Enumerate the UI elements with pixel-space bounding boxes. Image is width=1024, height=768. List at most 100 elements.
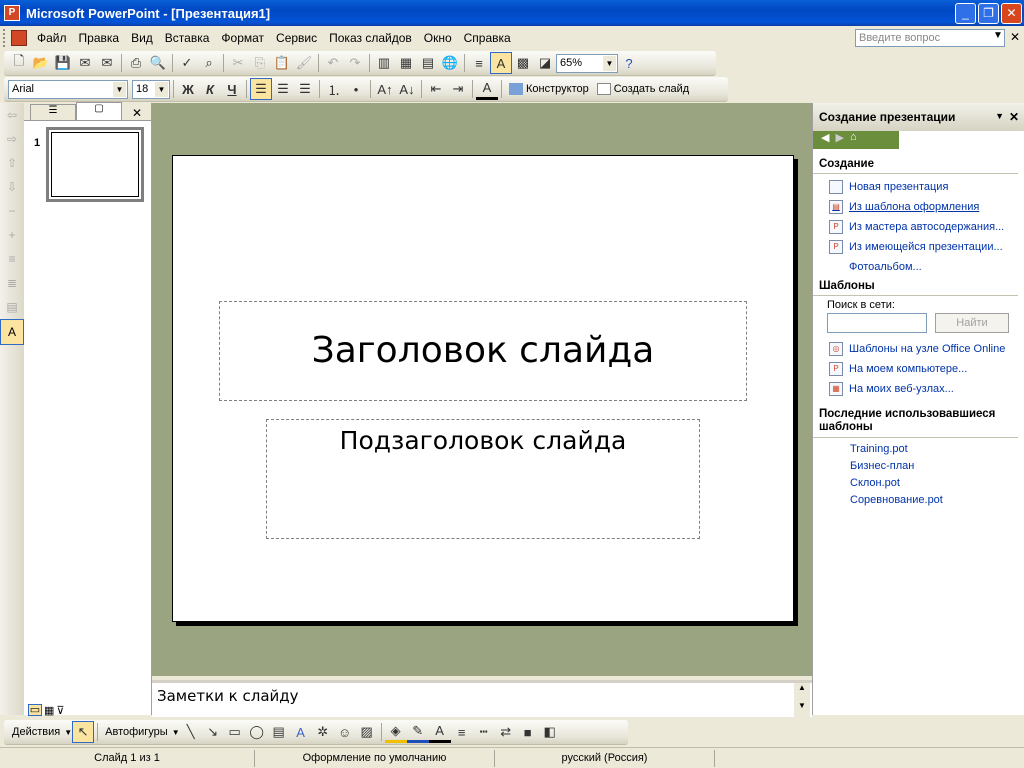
tab-outline[interactable]: ☰ [30,104,76,120]
recent-template[interactable]: Training.pot [813,441,1024,458]
copy-icon[interactable]: ⎘ [249,52,271,74]
oval-icon[interactable]: ◯ [246,721,268,743]
menu-file[interactable]: Файл [31,31,73,45]
task-pane-menu-icon[interactable]: ▼ [995,111,1004,121]
line-style-icon[interactable]: ≡ [451,721,473,743]
close-pane-icon[interactable]: ✕ [132,106,142,120]
recent-template[interactable]: Соревнование.pot [813,492,1024,509]
print-preview-icon[interactable]: 🔍 [147,52,169,74]
tab-slides[interactable]: ▢ [76,102,122,120]
rectangle-icon[interactable]: ▭ [224,721,246,743]
notes-scrollbar[interactable]: ▲ ▼ [794,683,810,717]
spelling-icon[interactable]: ✓ [176,52,198,74]
decrease-indent-icon[interactable]: ⇤ [425,78,447,100]
slide-thumbnail[interactable] [46,127,144,202]
bold-button[interactable]: Ж [177,78,199,100]
menu-window[interactable]: Окно [418,31,458,45]
open-icon[interactable]: 📂 [30,52,52,74]
powerpoint-app-icon[interactable]: P [4,5,20,21]
save-icon[interactable]: 💾 [52,52,74,74]
link-my-websites[interactable]: ▦ На моих веб-узлах... [813,379,1024,399]
undo-icon[interactable]: ↶ [322,52,344,74]
color-grayscale-icon[interactable]: ◪ [534,52,556,74]
menu-tools[interactable]: Сервис [270,31,323,45]
new-icon[interactable]: 🗋 [8,52,30,74]
align-center-icon[interactable]: ☰ [272,78,294,100]
collapse-icon[interactable]: − [0,199,24,223]
wordart-icon[interactable]: A [290,721,312,743]
font-select[interactable]: Arial ▼ [8,79,128,99]
autoshapes-dropdown-icon[interactable]: ▼ [172,728,180,737]
select-objects-icon[interactable]: ↖ [72,721,95,743]
shadow-icon[interactable]: ■ [517,721,539,743]
font-dropdown-icon[interactable]: ▼ [113,81,126,97]
menu-format[interactable]: Формат [215,31,270,45]
line-color-icon[interactable]: ✎ [406,721,429,743]
align-right-icon[interactable]: ☰ [294,78,316,100]
increase-indent-icon[interactable]: ⇥ [447,78,469,100]
font-size-select[interactable]: 18 ▼ [132,79,170,99]
font-color-draw-icon[interactable]: A [428,721,451,743]
expand-all-icon[interactable]: ≡ [468,52,490,74]
collapse-all-icon[interactable]: ≡ [0,247,24,271]
move-down-icon[interactable]: ⇩ [0,175,24,199]
close-document-icon[interactable]: ✕ [1010,30,1020,44]
fill-color-icon[interactable]: ◈ [384,721,407,743]
paste-icon[interactable]: 📋 [271,52,293,74]
format-painter-icon[interactable]: 🖌 [293,52,315,74]
normal-view-icon[interactable]: ▭ [28,704,42,716]
promote-icon[interactable]: ⇦ [0,103,24,127]
hyperlink-icon[interactable]: 🌐 [439,52,461,74]
restore-button[interactable]: ❐ [978,3,999,24]
dash-style-icon[interactable]: ┅ [473,721,495,743]
slide-sorter-icon[interactable]: ▦ [44,704,54,717]
expand-icon[interactable]: + [0,223,24,247]
slide-show-icon[interactable]: ⊽ [56,704,64,717]
document-icon[interactable] [11,29,27,46]
align-left-icon[interactable]: ☰ [250,78,272,100]
permission-icon[interactable]: ✉ [74,52,96,74]
slide-canvas[interactable]: Заголовок слайда Подзаголовок слайда [172,155,794,622]
link-autocontent-wizard[interactable]: P Из мастера автосодержания... [813,217,1024,237]
link-office-online[interactable]: ◎ Шаблоны на узле Office Online [813,339,1024,359]
textbox-icon[interactable]: ▤ [268,721,290,743]
search-button[interactable]: Найти [935,313,1009,333]
show-formatting-icon[interactable]: A [490,52,512,74]
back-icon[interactable]: ◀ [821,131,829,149]
redo-icon[interactable]: ↷ [344,52,366,74]
menu-edit[interactable]: Правка [73,31,126,45]
recent-template[interactable]: Склон.pot [813,475,1024,492]
slide-title-placeholder[interactable]: Заголовок слайда [219,301,747,401]
menu-help[interactable]: Справка [458,31,517,45]
link-new-presentation[interactable]: Новая презентация [813,177,1024,197]
clipart-icon[interactable]: ☺ [334,721,356,743]
font-color-icon[interactable]: A [476,78,498,100]
insert-chart-icon[interactable]: ▥ [373,52,395,74]
link-my-computer[interactable]: P На моем компьютере... [813,359,1024,379]
numbering-icon[interactable]: ⒈ [323,78,345,100]
recent-template[interactable]: Бизнес-план [813,458,1024,475]
decrease-font-icon[interactable]: A↓ [396,78,418,100]
slide-subtitle-placeholder[interactable]: Подзаголовок слайда [266,419,700,539]
cut-icon[interactable]: ✂ [227,52,249,74]
research-icon[interactable]: ⌕ [198,52,220,74]
menu-insert[interactable]: Вставка [159,31,216,45]
zoom-dropdown-icon[interactable]: ▼ [603,55,616,71]
arrow-style-icon[interactable]: ⇄ [495,721,517,743]
show-formatting-side-icon[interactable]: A [0,319,24,345]
minimize-button[interactable]: _ [955,3,976,24]
link-photo-album[interactable]: Фотоальбом... [813,257,1024,277]
3d-icon[interactable]: ◧ [539,721,561,743]
link-existing-presentation[interactable]: P Из имеющейся презентации... [813,237,1024,257]
move-up-icon[interactable]: ⇧ [0,151,24,175]
notes-field[interactable]: Заметки к слайду [152,680,812,717]
size-dropdown-icon[interactable]: ▼ [155,81,168,97]
link-from-template[interactable]: ▤ Из шаблона оформления [813,197,1024,217]
home-icon[interactable]: ⌂ [850,131,857,149]
zoom-select[interactable]: 65% ▼ [556,53,618,73]
ask-question-input[interactable]: Введите вопрос [855,29,1005,47]
tables-borders-icon[interactable]: ▤ [417,52,439,74]
new-slide-button[interactable]: Создать слайд [593,83,693,95]
picture-icon[interactable]: ▨ [356,721,378,743]
actions-dropdown-icon[interactable]: ▼ [64,728,72,737]
